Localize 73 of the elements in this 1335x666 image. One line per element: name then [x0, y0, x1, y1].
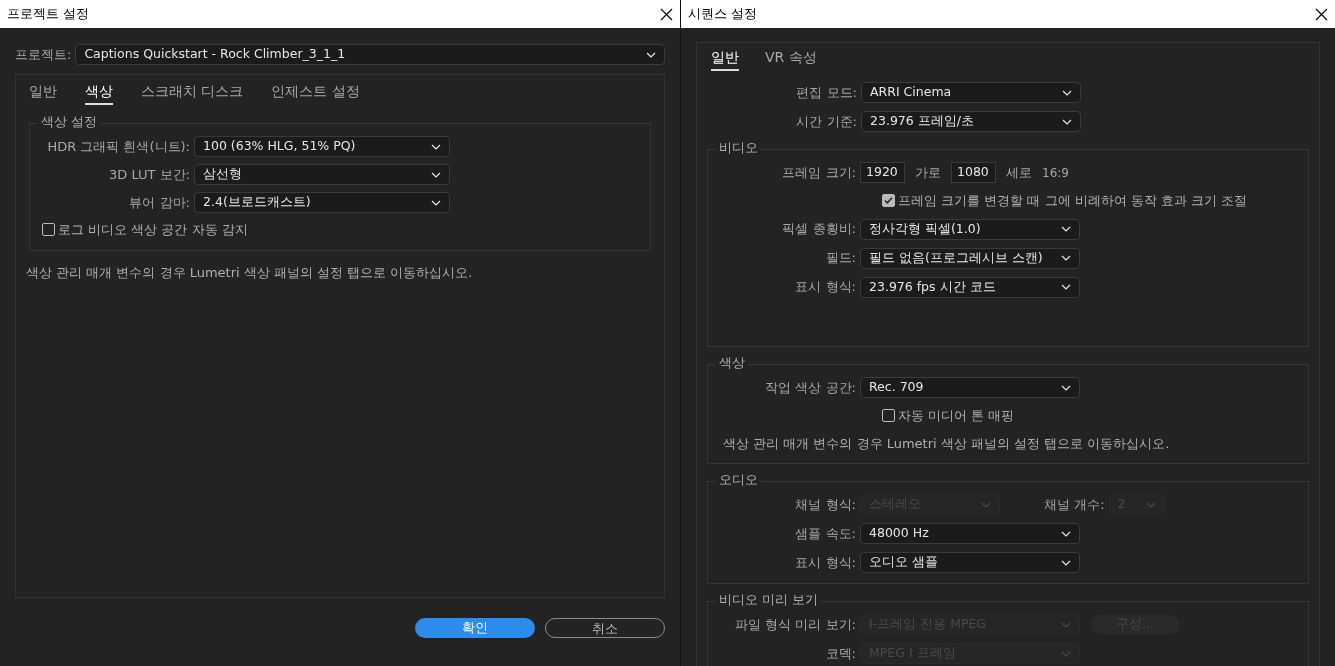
info-text: 색상 관리 매개 변수의 경우 Lumetri 색상 패널의 설정 탭으로 이동하십시오.: [26, 263, 474, 282]
group-title: 비디오 미리 보기: [716, 593, 822, 606]
dropdown[interactable]: 2.4(브로드캐스트): [194, 192, 450, 213]
dropdown[interactable]: 100 (63% HLG, 51% PQ): [194, 136, 450, 157]
chevron-down-icon: [1061, 650, 1071, 657]
chevron-down-icon: [1061, 226, 1071, 232]
dropdown[interactable]: 필드 없음(프로그레시브 스캔): [860, 247, 1080, 269]
tab[interactable]: 일반: [711, 47, 739, 71]
dropdown[interactable]: 23.976 프레임/초: [861, 111, 1081, 132]
tab[interactable]: 색상: [85, 81, 113, 105]
close-icon[interactable]: [660, 7, 673, 21]
chevron-down-icon: [1061, 621, 1071, 628]
group-title: 오디오: [716, 473, 761, 486]
dropdown[interactable]: 23.976 fps 시간 코드: [860, 276, 1080, 298]
info-text: 색상 관리 매개 변수의 경우 Lumetri 색상 패널의 설정 탭으로 이동하십시오.: [722, 434, 1171, 453]
field-label: 픽셀 종횡비:: [781, 220, 857, 239]
chevron-down-icon: [431, 171, 441, 178]
dropdown[interactable]: 정사각형 픽셀(1.0): [860, 218, 1080, 240]
field-label: 필드:: [824, 249, 857, 268]
group-title: 비디오: [716, 141, 761, 154]
chevron-down-icon: [1061, 255, 1071, 261]
field-label: 코덱:: [824, 644, 857, 663]
checkbox[interactable]: [42, 223, 55, 237]
field-label: 채널 개수:: [1044, 495, 1106, 514]
tab[interactable]: 일반: [29, 81, 57, 105]
chevron-down-icon: [1061, 384, 1071, 391]
dropdown[interactable]: 오디오 샘플: [860, 552, 1080, 573]
field-label: 뷰어 감마:: [128, 193, 191, 212]
field-label: 가로: [915, 163, 941, 182]
field-label: 시간 기준:: [795, 112, 858, 131]
dropdown[interactable]: Captions Quickstart - Rock Climber_3_1_1: [75, 44, 665, 65]
checkbox[interactable]: [882, 194, 895, 208]
chevron-down-icon: [981, 501, 991, 508]
window-title: 시퀀스 설정: [688, 4, 757, 23]
dropdown[interactable]: 48000 Hz: [860, 523, 1080, 544]
aspect-ratio: 16:9: [1042, 164, 1069, 182]
field-label: 편집 모드:: [795, 83, 858, 102]
close-icon[interactable]: [1315, 7, 1328, 21]
field-label: 표시 형식:: [794, 553, 857, 572]
field-label: 프레임 크기:: [781, 163, 857, 182]
dropdown[interactable]: ARRI Cinema: [861, 82, 1081, 103]
checkbox-label: 자동 미디어 톤 매핑: [898, 407, 1015, 425]
field-label: 파일 형식 미리 보기:: [734, 615, 857, 634]
field-label: 3D LUT 보간:: [108, 165, 191, 184]
field-label: 표시 형식:: [794, 278, 857, 297]
window-title: 프로젝트 설정: [7, 4, 89, 23]
tab[interactable]: VR 속성: [765, 47, 817, 71]
chevron-down-icon: [1061, 284, 1071, 290]
chevron-down-icon: [1061, 530, 1071, 537]
checkbox-label: 프레임 크기를 변경할 때 그에 비례하여 동작 효과 크기 조절: [898, 192, 1248, 210]
tab[interactable]: 인제스트 설정: [271, 81, 360, 105]
chevron-down-icon: [1061, 559, 1071, 566]
chevron-down-icon: [1145, 501, 1156, 508]
dropdown[interactable]: 삼선형: [194, 164, 450, 185]
chevron-down-icon: [431, 199, 441, 206]
chevron-down-icon: [646, 51, 656, 58]
field-label: 세로: [1006, 163, 1032, 182]
field-label: 채널 형식:: [794, 495, 857, 514]
checkbox[interactable]: [882, 409, 895, 423]
chevron-down-icon: [1062, 118, 1072, 125]
checkbox-label: 로그 비디오 색상 공간 자동 감지: [58, 221, 248, 239]
width-input[interactable]: 1920: [860, 162, 905, 183]
field-label: HDR 그래픽 흰색(니트):: [46, 137, 191, 156]
field-label: 작업 색상 공간:: [764, 378, 857, 397]
height-input[interactable]: 1080: [951, 162, 996, 183]
dropdown[interactable]: Rec. 709: [860, 377, 1080, 398]
chevron-down-icon: [1062, 89, 1072, 96]
field-label: 프로젝트:: [15, 45, 72, 64]
field-label: 샘플 속도:: [794, 524, 857, 543]
group-title: 색상: [716, 356, 748, 369]
chevron-down-icon: [431, 143, 441, 150]
group-title: 색상 설정: [38, 115, 101, 128]
tab[interactable]: 스크래치 디스크: [141, 81, 244, 105]
